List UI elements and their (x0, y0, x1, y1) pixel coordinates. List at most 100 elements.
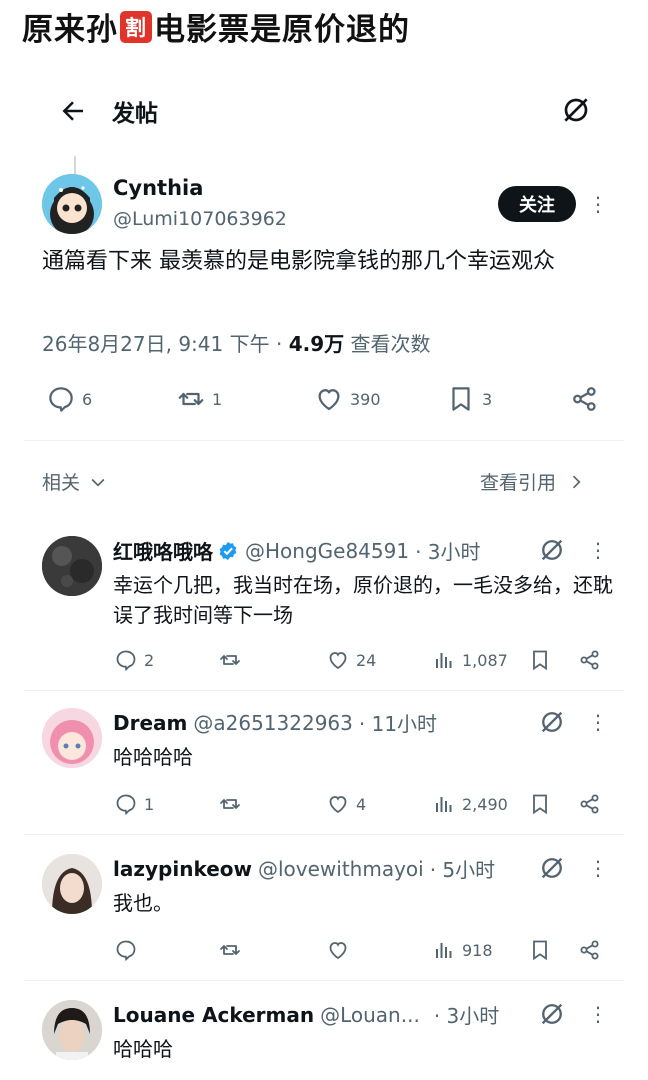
caption-text-before: 原来孙 (22, 12, 118, 48)
avatar[interactable] (42, 1000, 102, 1060)
analytics-icon (436, 797, 452, 812)
view-quotes-link[interactable]: 查看引用 (480, 468, 586, 495)
repost-button[interactable] (218, 938, 248, 962)
cartoon-avatar-icon (42, 174, 102, 234)
grok-icon[interactable] (538, 1000, 566, 1028)
reply-handle[interactable]: @Louan... (320, 1003, 420, 1027)
bookmark-count: 3 (482, 389, 493, 409)
reply-handle[interactable]: @lovewithmayoi (258, 857, 424, 881)
dark-texture-avatar-icon (42, 536, 102, 596)
reply-header: lazypinkeow @lovewithmayoi · 5小时 (113, 854, 495, 883)
repost-icon (220, 799, 240, 809)
reply-time: · 3小时 (433, 1004, 500, 1028)
reply-icon (49, 387, 73, 412)
back-arrow-icon[interactable] (58, 96, 88, 126)
reply-button[interactable]: 1 (114, 792, 154, 816)
grok-icon[interactable] (538, 536, 566, 564)
follow-button[interactable]: 关注 (498, 186, 576, 222)
views-label[interactable]: 查看次数 (350, 332, 430, 356)
author-handle[interactable]: @Lumi107063962 (113, 208, 287, 230)
post-actions: 6 1 390 3 (24, 384, 624, 420)
more-options-icon[interactable]: ⋮ (588, 1004, 608, 1024)
analytics-icon (436, 653, 452, 668)
bookmark-icon (533, 650, 547, 671)
share-button[interactable] (570, 384, 606, 414)
reply-text: 哈哈哈 (113, 1037, 173, 1061)
reply-author-name[interactable]: 红哦咯哦咯 (113, 536, 213, 565)
views-button[interactable]: 1,087 (432, 648, 508, 672)
avatar[interactable] (42, 854, 102, 914)
repost-count: 1 (212, 389, 223, 409)
bookmark-button[interactable] (528, 938, 558, 962)
heart-icon (329, 652, 347, 670)
reply-actions: 1 4 2,490 (24, 792, 624, 820)
reply-author-name[interactable]: Dream (113, 711, 187, 735)
bookmark-icon (533, 940, 547, 961)
related-dropdown[interactable]: 相关 (42, 468, 108, 495)
reply-count: 1 (144, 794, 155, 814)
repost-icon (178, 392, 204, 406)
avatar[interactable] (42, 708, 102, 768)
bookmark-button[interactable] (528, 792, 558, 816)
repost-button[interactable] (218, 792, 248, 816)
bookmark-button[interactable]: 3 (446, 384, 492, 414)
reply-author-name[interactable]: lazypinkeow (113, 857, 252, 881)
repost-button[interactable]: 1 (176, 384, 222, 414)
like-count: 390 (350, 389, 381, 409)
views-button[interactable]: 918 (432, 938, 493, 962)
share-button[interactable] (578, 938, 608, 962)
like-count: 4 (356, 794, 367, 814)
like-button[interactable]: 4 (326, 792, 366, 816)
author-name[interactable]: Cynthia (113, 176, 203, 200)
avatar[interactable] (42, 536, 102, 596)
more-options-icon[interactable]: ⋮ (588, 858, 608, 878)
reply-handle[interactable]: @HongGe84591 (245, 539, 409, 563)
photo-avatar-icon (42, 854, 102, 914)
grok-icon[interactable] (560, 94, 592, 126)
heart-icon (318, 389, 340, 411)
cut-emoji-icon: 割 (120, 10, 152, 43)
reply-item: Dream @a2651322963 · 11小时 ⋮ 哈哈哈哈 1 4 2,4… (24, 708, 624, 828)
thread-line (74, 156, 76, 176)
reply-author-name[interactable]: Louane Ackerman (113, 1003, 314, 1027)
share-button[interactable] (578, 792, 608, 816)
heart-icon (329, 942, 347, 960)
heart-icon (329, 796, 347, 814)
verified-badge-icon (219, 541, 237, 560)
photo-avatar-icon (42, 1000, 102, 1060)
avatar[interactable] (42, 174, 102, 234)
reply-button[interactable]: 6 (46, 384, 92, 414)
grok-icon[interactable] (538, 854, 566, 882)
bookmark-button[interactable] (528, 648, 558, 672)
reply-header: Louane Ackerman @Louan... · 3小时 (113, 1000, 499, 1029)
like-button[interactable]: 390 (314, 384, 381, 414)
reply-time: · 11小时 (358, 712, 438, 736)
views-button[interactable]: 2,490 (432, 792, 508, 816)
reply-icon (116, 940, 136, 962)
divider (24, 834, 624, 835)
like-button[interactable]: 24 (326, 648, 376, 672)
reply-button[interactable] (114, 938, 144, 962)
analytics-icon (436, 943, 452, 958)
reply-handle[interactable]: @a2651322963 (193, 711, 353, 735)
reply-count: 6 (82, 389, 93, 409)
caption-text-after: 电影票是原价退的 (154, 12, 410, 48)
page-title: 发帖 (112, 101, 158, 127)
reply-button[interactable]: 2 (114, 648, 154, 672)
post-screen: 发帖 Cynthia @Lumi107063962 关注 ⋮ 通篇看下来 最羡慕… (24, 80, 624, 1080)
like-button[interactable] (326, 938, 356, 962)
bookmark-icon (452, 387, 470, 411)
post-timestamp: 26年8月27日, 9:41 下午 (42, 332, 270, 356)
repost-button[interactable] (218, 648, 248, 672)
post-meta: 26年8月27日, 9:41 下午 · 4.9万 查看次数 (42, 332, 431, 356)
reply-icon (116, 794, 136, 816)
views-count: 2,490 (462, 794, 508, 814)
more-options-icon[interactable]: ⋮ (588, 540, 608, 560)
reply-text: 幸运个几把，我当时在场，原价退的，一毛没多给，还耽误了我时间等下一场 (113, 573, 613, 627)
grok-icon[interactable] (538, 708, 566, 736)
reply-actions: 2 24 1,087 (24, 648, 624, 676)
repost-icon (220, 945, 240, 955)
more-options-icon[interactable]: ⋮ (588, 712, 608, 732)
more-options-icon[interactable]: ⋮ (588, 194, 608, 214)
share-button[interactable] (578, 648, 608, 672)
